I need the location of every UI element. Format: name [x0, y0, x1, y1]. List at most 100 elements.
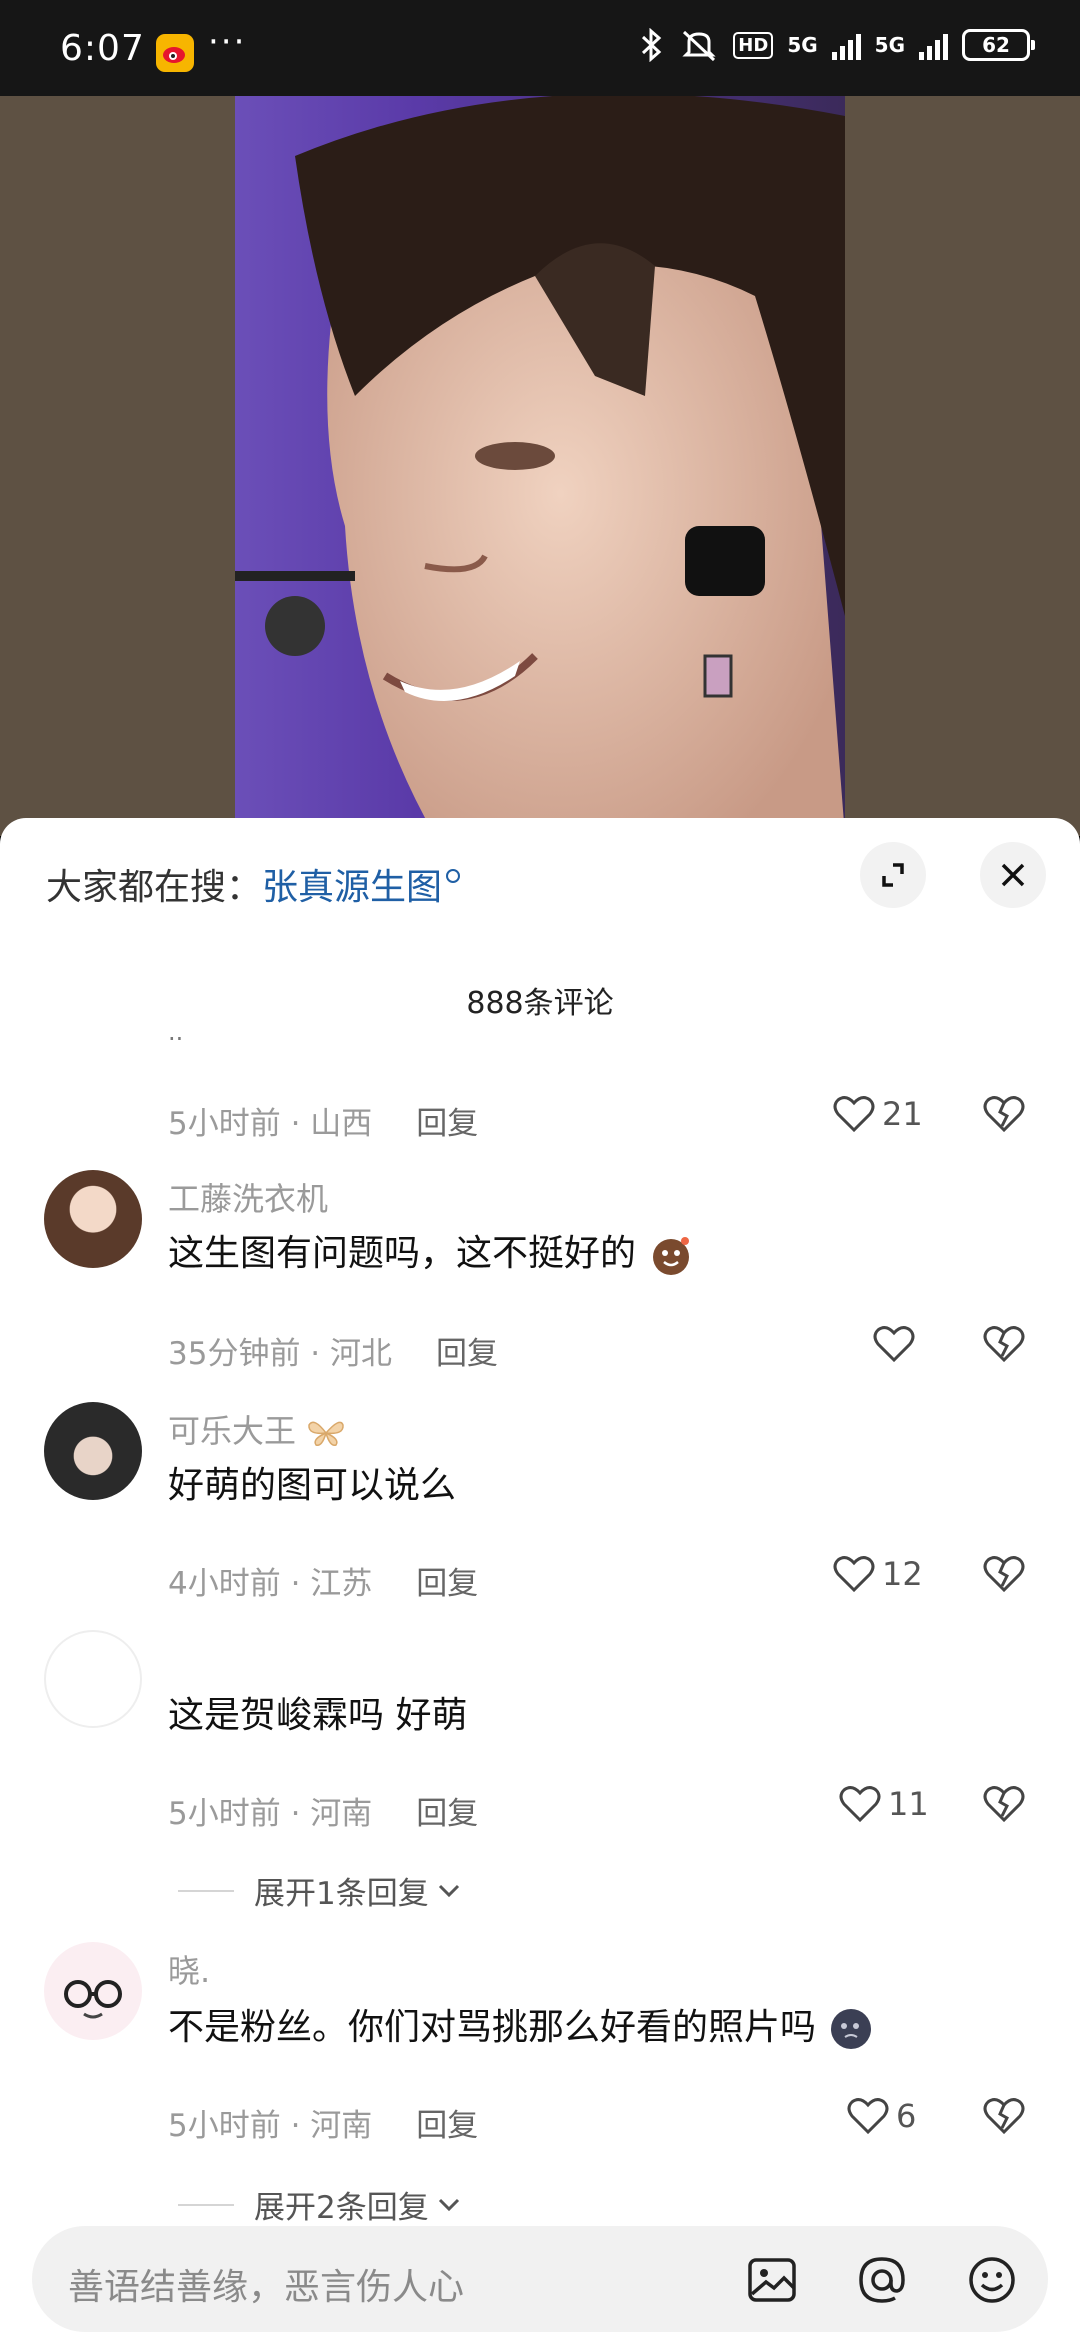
comment-text-content: 这生图有问题吗，这不挺好的 — [168, 1233, 637, 1274]
avatar[interactable] — [44, 1170, 142, 1268]
hot-search-prefix: 大家都在搜： — [46, 867, 263, 908]
post-photo[interactable] — [235, 96, 845, 836]
heart-icon — [833, 1556, 875, 1593]
comment-meta: 4小时前 · 江苏 回复 — [168, 1566, 479, 1602]
like-button[interactable]: 21 — [832, 1094, 923, 1134]
like-count: 6 — [896, 2097, 917, 2135]
signal-icon-2 — [919, 30, 948, 60]
heart-icon — [873, 1326, 915, 1363]
like-button[interactable]: 11 — [838, 1784, 929, 1824]
heart-icon — [833, 1096, 875, 1133]
expand-replies-label: 展开2条回复 — [254, 2190, 429, 2226]
weibo-app-icon — [156, 34, 194, 72]
mute-icon — [682, 30, 716, 62]
close-icon — [1001, 863, 1025, 887]
username-text: 可乐大王 — [168, 1412, 297, 1450]
butterfly-badge-icon — [308, 1421, 344, 1446]
comment-location: 山西 — [310, 1106, 373, 1142]
comment-time: 35分钟前 — [168, 1336, 301, 1372]
heart-icon — [847, 2098, 889, 2135]
comment-text: 不是粉丝。你们对骂挑那么好看的照片吗 — [168, 1998, 875, 2053]
image-icon — [748, 2258, 796, 2302]
broken-heart-icon — [983, 1786, 1025, 1823]
comment-time: 5小时前 — [168, 1796, 281, 1832]
avatar[interactable] — [44, 1630, 142, 1728]
battery-icon: 62 — [962, 29, 1035, 61]
avatar[interactable] — [44, 1402, 142, 1500]
reply-button[interactable]: 回复 — [416, 1796, 478, 1832]
at-icon — [859, 2257, 905, 2303]
like-count: 21 — [882, 1095, 923, 1133]
mention-button[interactable] — [852, 2250, 912, 2310]
comment-meta: 5小时前 · 河南 回复 — [168, 2108, 479, 2144]
bluetooth-icon — [642, 28, 662, 62]
network-type-2: 5G — [874, 33, 905, 57]
comment-location: 江苏 — [310, 1566, 373, 1602]
hd-voice-badge: HD — [733, 31, 774, 59]
comment-location: 河南 — [310, 2108, 373, 2144]
dislike-button[interactable] — [982, 1324, 1026, 1368]
comment-text: 这生图有问题吗，这不挺好的 — [168, 1224, 695, 1279]
dislike-button[interactable] — [982, 1094, 1026, 1138]
reply-button[interactable]: 回复 — [416, 1566, 478, 1602]
chevron-down-icon — [438, 2198, 459, 2211]
dislike-button[interactable] — [982, 2096, 1026, 2140]
comment-text: 这是贺峻霖吗 好萌 — [168, 1695, 468, 1736]
divider — [178, 1889, 234, 1892]
like-count: 11 — [888, 1785, 929, 1823]
expand-replies-label: 展开1条回复 — [254, 1876, 429, 1912]
chevron-down-icon — [438, 1884, 459, 1897]
comment-username[interactable]: 晓. — [168, 1946, 210, 1992]
broken-heart-icon — [983, 2098, 1025, 2135]
comment-input[interactable]: 善语结善缘，恶言伤人心 — [32, 2226, 1048, 2332]
reply-button[interactable]: 回复 — [416, 2108, 478, 2144]
close-button[interactable] — [980, 842, 1046, 908]
signal-icon-1 — [831, 30, 861, 60]
image-button[interactable] — [742, 2250, 802, 2310]
cookie-emoji-icon — [653, 1237, 690, 1275]
expand-button[interactable] — [860, 842, 926, 908]
comment-username[interactable]: 可乐大王 — [168, 1406, 346, 1452]
expand-replies-button[interactable]: 展开2条回复 — [178, 2182, 463, 2227]
like-count: 12 — [882, 1555, 923, 1593]
comment-meta: 5小时前 · 山西 回复 — [168, 1106, 479, 1142]
comment-input-placeholder[interactable]: 善语结善缘，恶言伤人心 — [68, 2258, 464, 2310]
photo-viewer[interactable] — [0, 96, 1080, 836]
status-icons: HD 5G 5G 62 — [639, 28, 1035, 62]
comment-sheet: 大家都在搜：张真源生图 888条评论 .. 5小时前 · 山西 回复 21 工藤洗… — [0, 818, 1080, 2344]
comment-meta: 35分钟前 · 河北 回复 — [168, 1336, 499, 1372]
truncated-comment-tail: .. — [168, 1018, 184, 1046]
dislike-button[interactable] — [982, 1554, 1026, 1598]
reply-button[interactable]: 回复 — [436, 1336, 498, 1372]
avatar-illustration — [64, 1980, 122, 2019]
comment-username[interactable]: 工藤洗衣机 — [168, 1174, 328, 1220]
moon-emoji-icon — [831, 2009, 872, 2049]
comment-meta: 5小时前 · 河南 回复 — [168, 1796, 479, 1832]
hot-search-keyword[interactable]: 张真源生图 — [262, 867, 442, 908]
broken-heart-icon — [983, 1326, 1025, 1363]
avatar[interactable] — [44, 1942, 142, 2040]
comment-text-content: 不是粉丝。你们对骂挑那么好看的照片吗 — [168, 2007, 817, 2048]
like-button[interactable] — [872, 1324, 916, 1364]
emoji-icon — [969, 2257, 1015, 2303]
emoji-button[interactable] — [962, 2250, 1022, 2310]
expand-replies-button[interactable]: 展开1条回复 — [178, 1868, 463, 1913]
status-bar: 6:07 ··· HD 5G 5G 62 — [0, 0, 1080, 96]
search-icon — [446, 869, 461, 883]
comment-time: 4小时前 — [168, 1566, 281, 1602]
like-button[interactable]: 12 — [832, 1554, 923, 1594]
portrait-illustration — [235, 96, 845, 836]
network-type-1: 5G — [787, 33, 818, 57]
reply-button[interactable]: 回复 — [416, 1106, 478, 1142]
broken-heart-icon — [983, 1556, 1025, 1593]
dislike-button[interactable] — [982, 1784, 1026, 1828]
comment-location: 河南 — [310, 1796, 373, 1832]
hot-search-bar[interactable]: 大家都在搜：张真源生图 — [46, 858, 461, 910]
status-time: 6:07 — [60, 28, 145, 69]
like-button[interactable]: 6 — [846, 2096, 916, 2136]
comment-location: 河北 — [330, 1336, 393, 1372]
expand-icon — [882, 863, 904, 887]
comment-text: 好萌的图可以说么 — [168, 1465, 457, 1506]
comment-time: 5小时前 — [168, 2108, 281, 2144]
more-notifications-icon: ··· — [208, 22, 247, 62]
